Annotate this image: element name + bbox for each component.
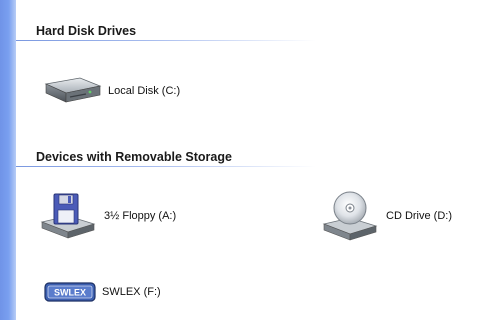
usb-drive-icon: SWLEX [44,282,96,302]
drive-label: 3½ Floppy (A:) [104,210,177,222]
drive-floppy-a[interactable]: 3½ Floppy (A:) [40,192,176,240]
floppy-drive-icon [40,193,96,239]
group-divider [16,166,316,167]
hard-disk-icon [44,77,102,103]
svg-text:SWLEX: SWLEX [54,288,86,298]
left-stripe [0,0,16,320]
drive-cd-d[interactable]: CD Drive (D:) [322,190,452,242]
drive-label: SWLEX (F:) [102,286,161,298]
cd-drive-icon [322,191,378,241]
drive-usb-f[interactable]: SWLEX SWLEX (F:) [44,281,161,303]
group-header-hard-disk-drives: Hard Disk Drives [36,24,137,38]
group-divider [16,40,316,41]
drive-label: CD Drive (D:) [386,210,452,222]
drive-local-disk-c[interactable]: Local Disk (C:) [40,76,180,106]
drive-label: Local Disk (C:) [108,85,181,97]
group-header-removable-storage: Devices with Removable Storage [36,150,232,164]
